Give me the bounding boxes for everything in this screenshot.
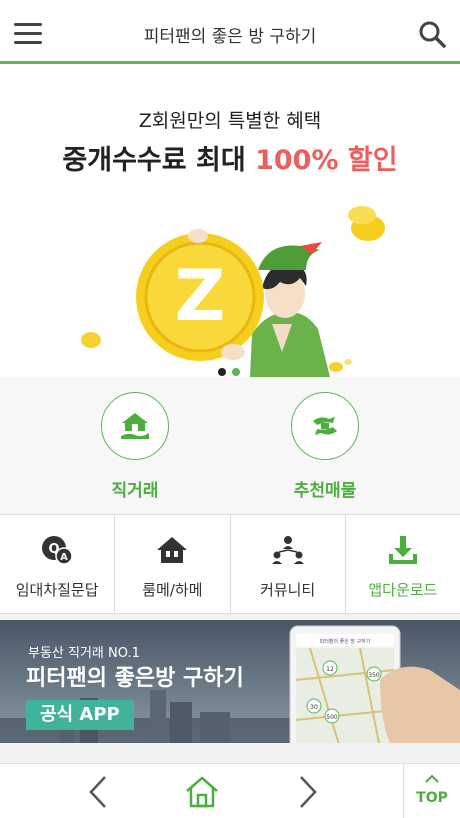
sub-menu-label: 임대차질문답 <box>15 581 99 599</box>
hand-exchange-icon <box>291 392 359 460</box>
promo-subtitle: Z회원만의 특별한 혜택 <box>138 110 322 132</box>
app-promo-banner[interactable]: 피터팬의 좋은 방 구하기 12 350 30 500 부동산 직거래 NO.1… <box>0 620 460 743</box>
coin-letter: Z <box>175 255 226 337</box>
sub-menu-label: 룸메/하메 <box>142 581 203 599</box>
quick-menu-label: 추천매물 <box>293 481 357 501</box>
svg-text:30: 30 <box>310 704 318 711</box>
forward-arrow-icon[interactable] <box>290 764 326 818</box>
quick-menu-direct-deal[interactable]: 직거래 <box>75 392 195 501</box>
sub-menu-qa[interactable]: Q A 임대차질문답 <box>0 515 116 613</box>
svg-text:피터팬의 좋은 방 구하기: 피터팬의 좋은 방 구하기 <box>320 638 371 645</box>
app-header: 피터팬의 좋은 방 구하기 <box>0 0 460 64</box>
promo-headline-highlight: 100% 할인 <box>255 145 398 176</box>
quick-menu-recommended[interactable]: 추천매물 <box>265 392 385 501</box>
search-icon[interactable] <box>418 20 446 48</box>
app-banner-tag: 공식 APP <box>26 700 134 730</box>
sub-menu-label: 앱다운로드 <box>368 581 438 599</box>
app-banner-title: 피터팬의 좋은방 구하기 <box>26 666 244 691</box>
sub-menu-app-download[interactable]: 앱다운로드 <box>346 515 460 613</box>
promo-headline-prefix: 중개수수료 최대 <box>62 145 256 176</box>
sub-menu: Q A 임대차질문답 룸메/하메 커뮤니티 앱다운로드 <box>0 514 460 614</box>
sub-menu-label: 커뮤니티 <box>260 581 316 599</box>
house-icon <box>115 533 229 567</box>
promo-banner[interactable]: Z회원만의 특별한 혜택 중개수수료 최대 100% 할인 Z <box>0 64 460 377</box>
svg-text:500: 500 <box>326 714 338 721</box>
svg-text:A: A <box>60 552 68 563</box>
back-arrow-icon[interactable] <box>80 764 116 818</box>
qa-icon: Q A <box>0 533 114 567</box>
scroll-top-button[interactable]: TOP <box>403 764 460 818</box>
chevron-up-icon <box>425 774 439 783</box>
home-icon[interactable] <box>182 764 222 818</box>
community-icon <box>231 533 345 567</box>
sub-menu-roommate[interactable]: 룸메/하메 <box>115 515 231 613</box>
sub-menu-community[interactable]: 커뮤니티 <box>231 515 346 613</box>
slide-dot-1[interactable] <box>218 368 226 376</box>
promo-headline: 중개수수료 최대 100% 할인 <box>0 138 460 177</box>
house-hand-icon <box>101 392 169 460</box>
promo-illustration: Z <box>81 206 385 377</box>
quick-menu: 직거래 추천매물 <box>0 377 460 514</box>
download-icon <box>346 533 460 567</box>
bottom-navigation: TOP <box>0 763 460 818</box>
app-banner-subtitle: 부동산 직거래 NO.1 <box>28 646 140 661</box>
page-title: 피터팬의 좋은 방 구하기 <box>143 27 317 47</box>
svg-text:12: 12 <box>326 666 334 673</box>
slide-dot-2[interactable] <box>232 368 240 376</box>
slide-indicator <box>218 361 246 377</box>
scroll-top-label: TOP <box>416 790 448 806</box>
quick-menu-label: 직거래 <box>111 481 159 501</box>
svg-text:350: 350 <box>368 672 380 679</box>
